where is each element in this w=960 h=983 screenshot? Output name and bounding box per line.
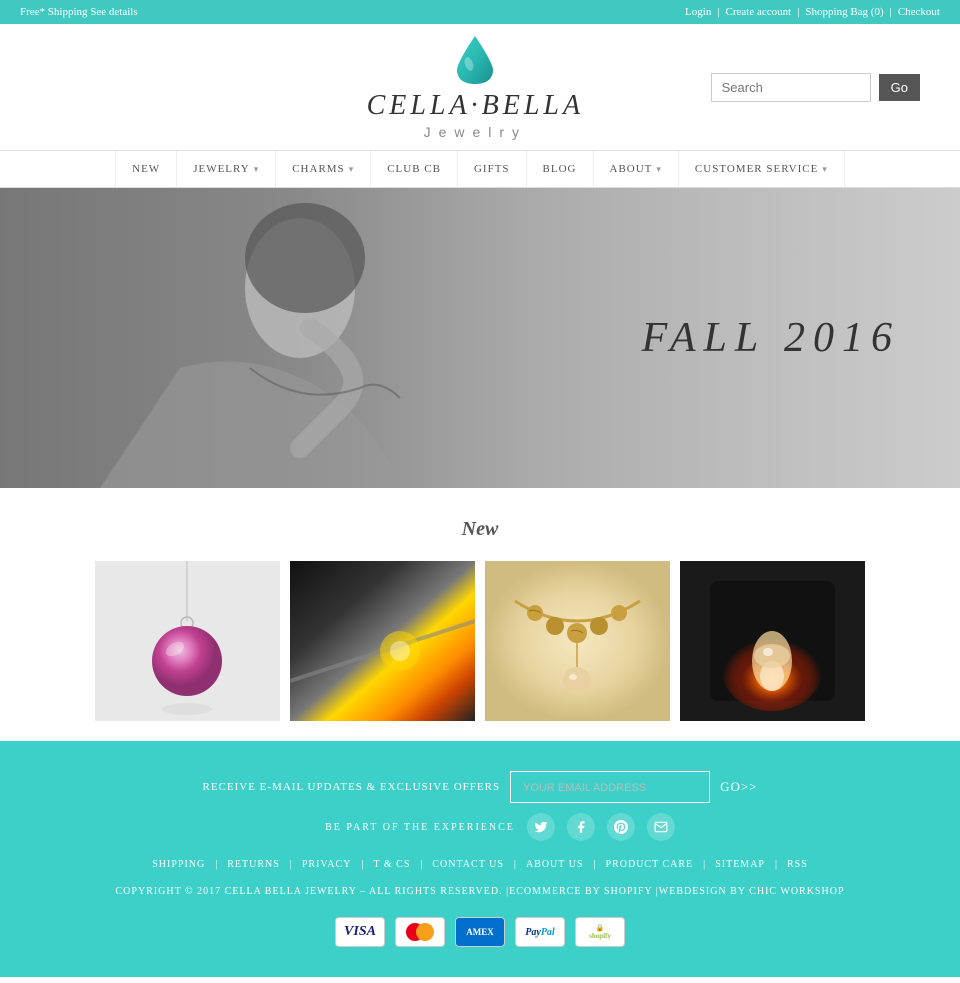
products-grid	[20, 561, 940, 721]
newsletter-go-button[interactable]: GO>>	[720, 779, 757, 795]
search-area: Go	[711, 73, 920, 102]
nav-label-new: NEW	[132, 163, 160, 175]
shopify-payment-icon: 🔒 shopify	[575, 917, 625, 947]
hero-background: FALL 2016	[0, 188, 960, 488]
footer-newsletter-row: RECEIVE E-MAIL UPDATES & EXCLUSIVE OFFER…	[40, 771, 920, 841]
nav-item-charms[interactable]: CHARMS ▾	[276, 151, 371, 187]
product-gold-necklace-image	[485, 561, 670, 721]
hero-title-text: FALL 2016	[642, 314, 900, 362]
footer-links: SHIPPING | RETURNS | PRIVACY | T & CS | …	[40, 859, 920, 870]
shopping-bag-link[interactable]: Shopping Bag (0)	[805, 6, 883, 18]
top-bar-right: Login | Create account | Shopping Bag (0…	[685, 6, 940, 18]
footer-link-contact[interactable]: CONTACT US	[432, 859, 504, 870]
nav-label-charms: CHARMS	[292, 163, 344, 175]
logo-text: CELLA·BELLA	[367, 90, 584, 122]
visa-payment-icon: VISA	[335, 917, 385, 947]
mastercard-payment-icon	[395, 917, 445, 947]
footer-link-returns[interactable]: RETURNS	[227, 859, 280, 870]
nav-item-blog[interactable]: BLOG	[527, 151, 594, 187]
header: CELLA·BELLA Jewelry Go	[0, 24, 960, 150]
footer-link-about[interactable]: ABOUT US	[526, 859, 584, 870]
product-pendant-image	[95, 561, 280, 721]
payment-icons: VISA AMEX PayPal 🔒 shopify	[40, 917, 920, 947]
sep2: |	[797, 6, 799, 18]
paypal-payment-icon: PayPal	[515, 917, 565, 947]
footer-link-sitemap[interactable]: SITEMAP	[715, 859, 765, 870]
nav-item-gifts[interactable]: GIFTS	[458, 151, 527, 187]
nav-label-jewelry: JEWELRY	[193, 163, 250, 175]
checkout-link[interactable]: Checkout	[898, 6, 940, 18]
hero-banner: FALL 2016	[0, 188, 960, 488]
login-link[interactable]: Login	[685, 6, 711, 18]
nav-label-blog: BLOG	[543, 163, 577, 175]
new-section-title: New	[20, 518, 940, 541]
footer-copyright: COPYRIGHT © 2017 CELLA BELLA JEWELRY – A…	[40, 886, 920, 897]
logo: CELLA·BELLA Jewelry	[367, 34, 584, 140]
nav-label-gifts: GIFTS	[474, 163, 510, 175]
nav-label-customer-service: CUSTOMER SERVICE	[695, 163, 818, 175]
sep1: |	[717, 6, 719, 18]
social-section: BE PART OF THE EXPERIENCE	[325, 813, 675, 841]
top-bar: Free* Shipping See details Login | Creat…	[0, 0, 960, 24]
email-icon[interactable]	[647, 813, 675, 841]
footer-link-rss[interactable]: RSS	[787, 859, 808, 870]
footer-link-privacy[interactable]: PRIVACY	[302, 859, 352, 870]
product-furnace-image	[680, 561, 865, 721]
product-card-2[interactable]	[290, 561, 475, 721]
nav-item-customer-service[interactable]: CUSTOMER SERVICE ▾	[679, 151, 845, 187]
footer-link-shipping[interactable]: SHIPPING	[152, 859, 205, 870]
search-go-button[interactable]: Go	[879, 74, 920, 101]
product-card-3[interactable]	[485, 561, 670, 721]
social-label: BE PART OF THE EXPERIENCE	[325, 822, 515, 833]
footer-link-product-care[interactable]: PRODUCT CARE	[606, 859, 694, 870]
chevron-down-icon: ▾	[254, 164, 260, 175]
sep3: |	[890, 6, 892, 18]
amex-payment-icon: AMEX	[455, 917, 505, 947]
nav-item-jewelry[interactable]: JEWELRY ▾	[177, 151, 276, 187]
chevron-down-icon: ▾	[822, 164, 828, 175]
logo-droplet-icon	[455, 34, 495, 86]
facebook-icon[interactable]	[567, 813, 595, 841]
search-input[interactable]	[711, 73, 871, 102]
footer: RECEIVE E-MAIL UPDATES & EXCLUSIVE OFFER…	[0, 741, 960, 977]
chevron-down-icon: ▾	[656, 164, 662, 175]
nav-label-clubcb: CLUB CB	[387, 163, 441, 175]
chevron-down-icon: ▾	[349, 164, 355, 175]
newsletter-input[interactable]	[510, 771, 710, 803]
free-shipping-text: Free* Shipping See details	[20, 6, 138, 18]
footer-link-tcs[interactable]: T & CS	[373, 859, 410, 870]
newsletter-label: RECEIVE E-MAIL UPDATES & EXCLUSIVE OFFER…	[202, 781, 500, 793]
nav-label-about: ABOUT	[610, 163, 653, 175]
product-glassblowing-image	[290, 561, 475, 721]
pinterest-icon[interactable]	[607, 813, 635, 841]
nav-item-about[interactable]: ABOUT ▾	[594, 151, 679, 187]
logo-subtitle: Jewelry	[367, 124, 584, 140]
twitter-icon[interactable]	[527, 813, 555, 841]
product-card-4[interactable]	[680, 561, 865, 721]
new-products-section: New	[0, 488, 960, 741]
create-account-link[interactable]: Create account	[726, 6, 792, 18]
main-nav: NEW JEWELRY ▾ CHARMS ▾ CLUB CB GIFTS BLO…	[0, 150, 960, 188]
nav-item-clubcb[interactable]: CLUB CB	[371, 151, 458, 187]
product-card-1[interactable]	[95, 561, 280, 721]
nav-item-new[interactable]: NEW	[115, 151, 177, 187]
